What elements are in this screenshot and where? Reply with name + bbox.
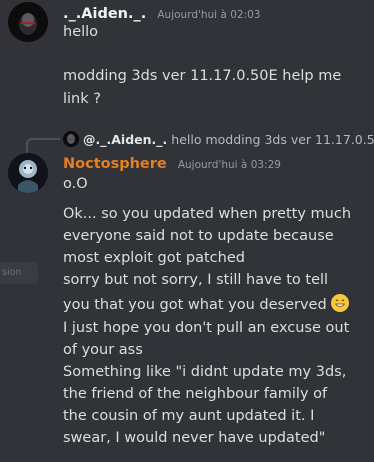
reply-author[interactable]: @._.Aiden._. [83,132,167,147]
message-line: everyone said not to update because [63,228,334,244]
message-line: hello [63,24,99,40]
message-line: modding 3ds ver 11.17.0.50E help me [63,68,342,84]
avatar[interactable] [8,2,48,42]
reply-connector [26,138,60,154]
message-line: you that you got what you deserved [63,294,350,313]
message-timestamp: Aujourd'hui à 03:29 [177,159,281,171]
message-line: the friend of the neighbour family of [63,386,328,402]
reply-avatar [63,131,79,147]
author-name[interactable]: Noctosphere [63,156,167,172]
message-line: sorry but not sorry, I still have to tel… [63,272,329,288]
message-line: swear, I would never have updated" [63,430,326,446]
avatar-image [8,153,48,193]
message-line: the cousin of my aunt updated it. I [63,408,315,424]
reply-text[interactable]: hello modding 3ds ver 11.17.0.5 [171,132,374,147]
message-timestamp: Aujourd'hui à 02:03 [157,9,261,21]
grinning-face-emoji[interactable] [331,294,350,312]
avatar-image [8,2,48,42]
message-line: Something like "i didnt update my 3ds, [63,364,347,380]
message-line: most exploit got patched [63,250,245,266]
message-line: of your ass [63,342,143,358]
reply-preview[interactable]: @._.Aiden._. hello modding 3ds ver 11.17… [63,131,374,147]
message-line: I just hope you don't pull an excuse out [63,320,350,336]
message-line: Ok... so you updated when pretty much [63,206,352,222]
message-line: link ? [63,91,101,107]
author-name[interactable]: ._.Aiden._. [63,6,146,22]
avatar[interactable] [8,153,48,193]
side-panel-chip[interactable]: sion [0,262,38,284]
message-line-text: you that you got what you deserved [63,297,327,313]
message-line: o.O [63,176,88,192]
